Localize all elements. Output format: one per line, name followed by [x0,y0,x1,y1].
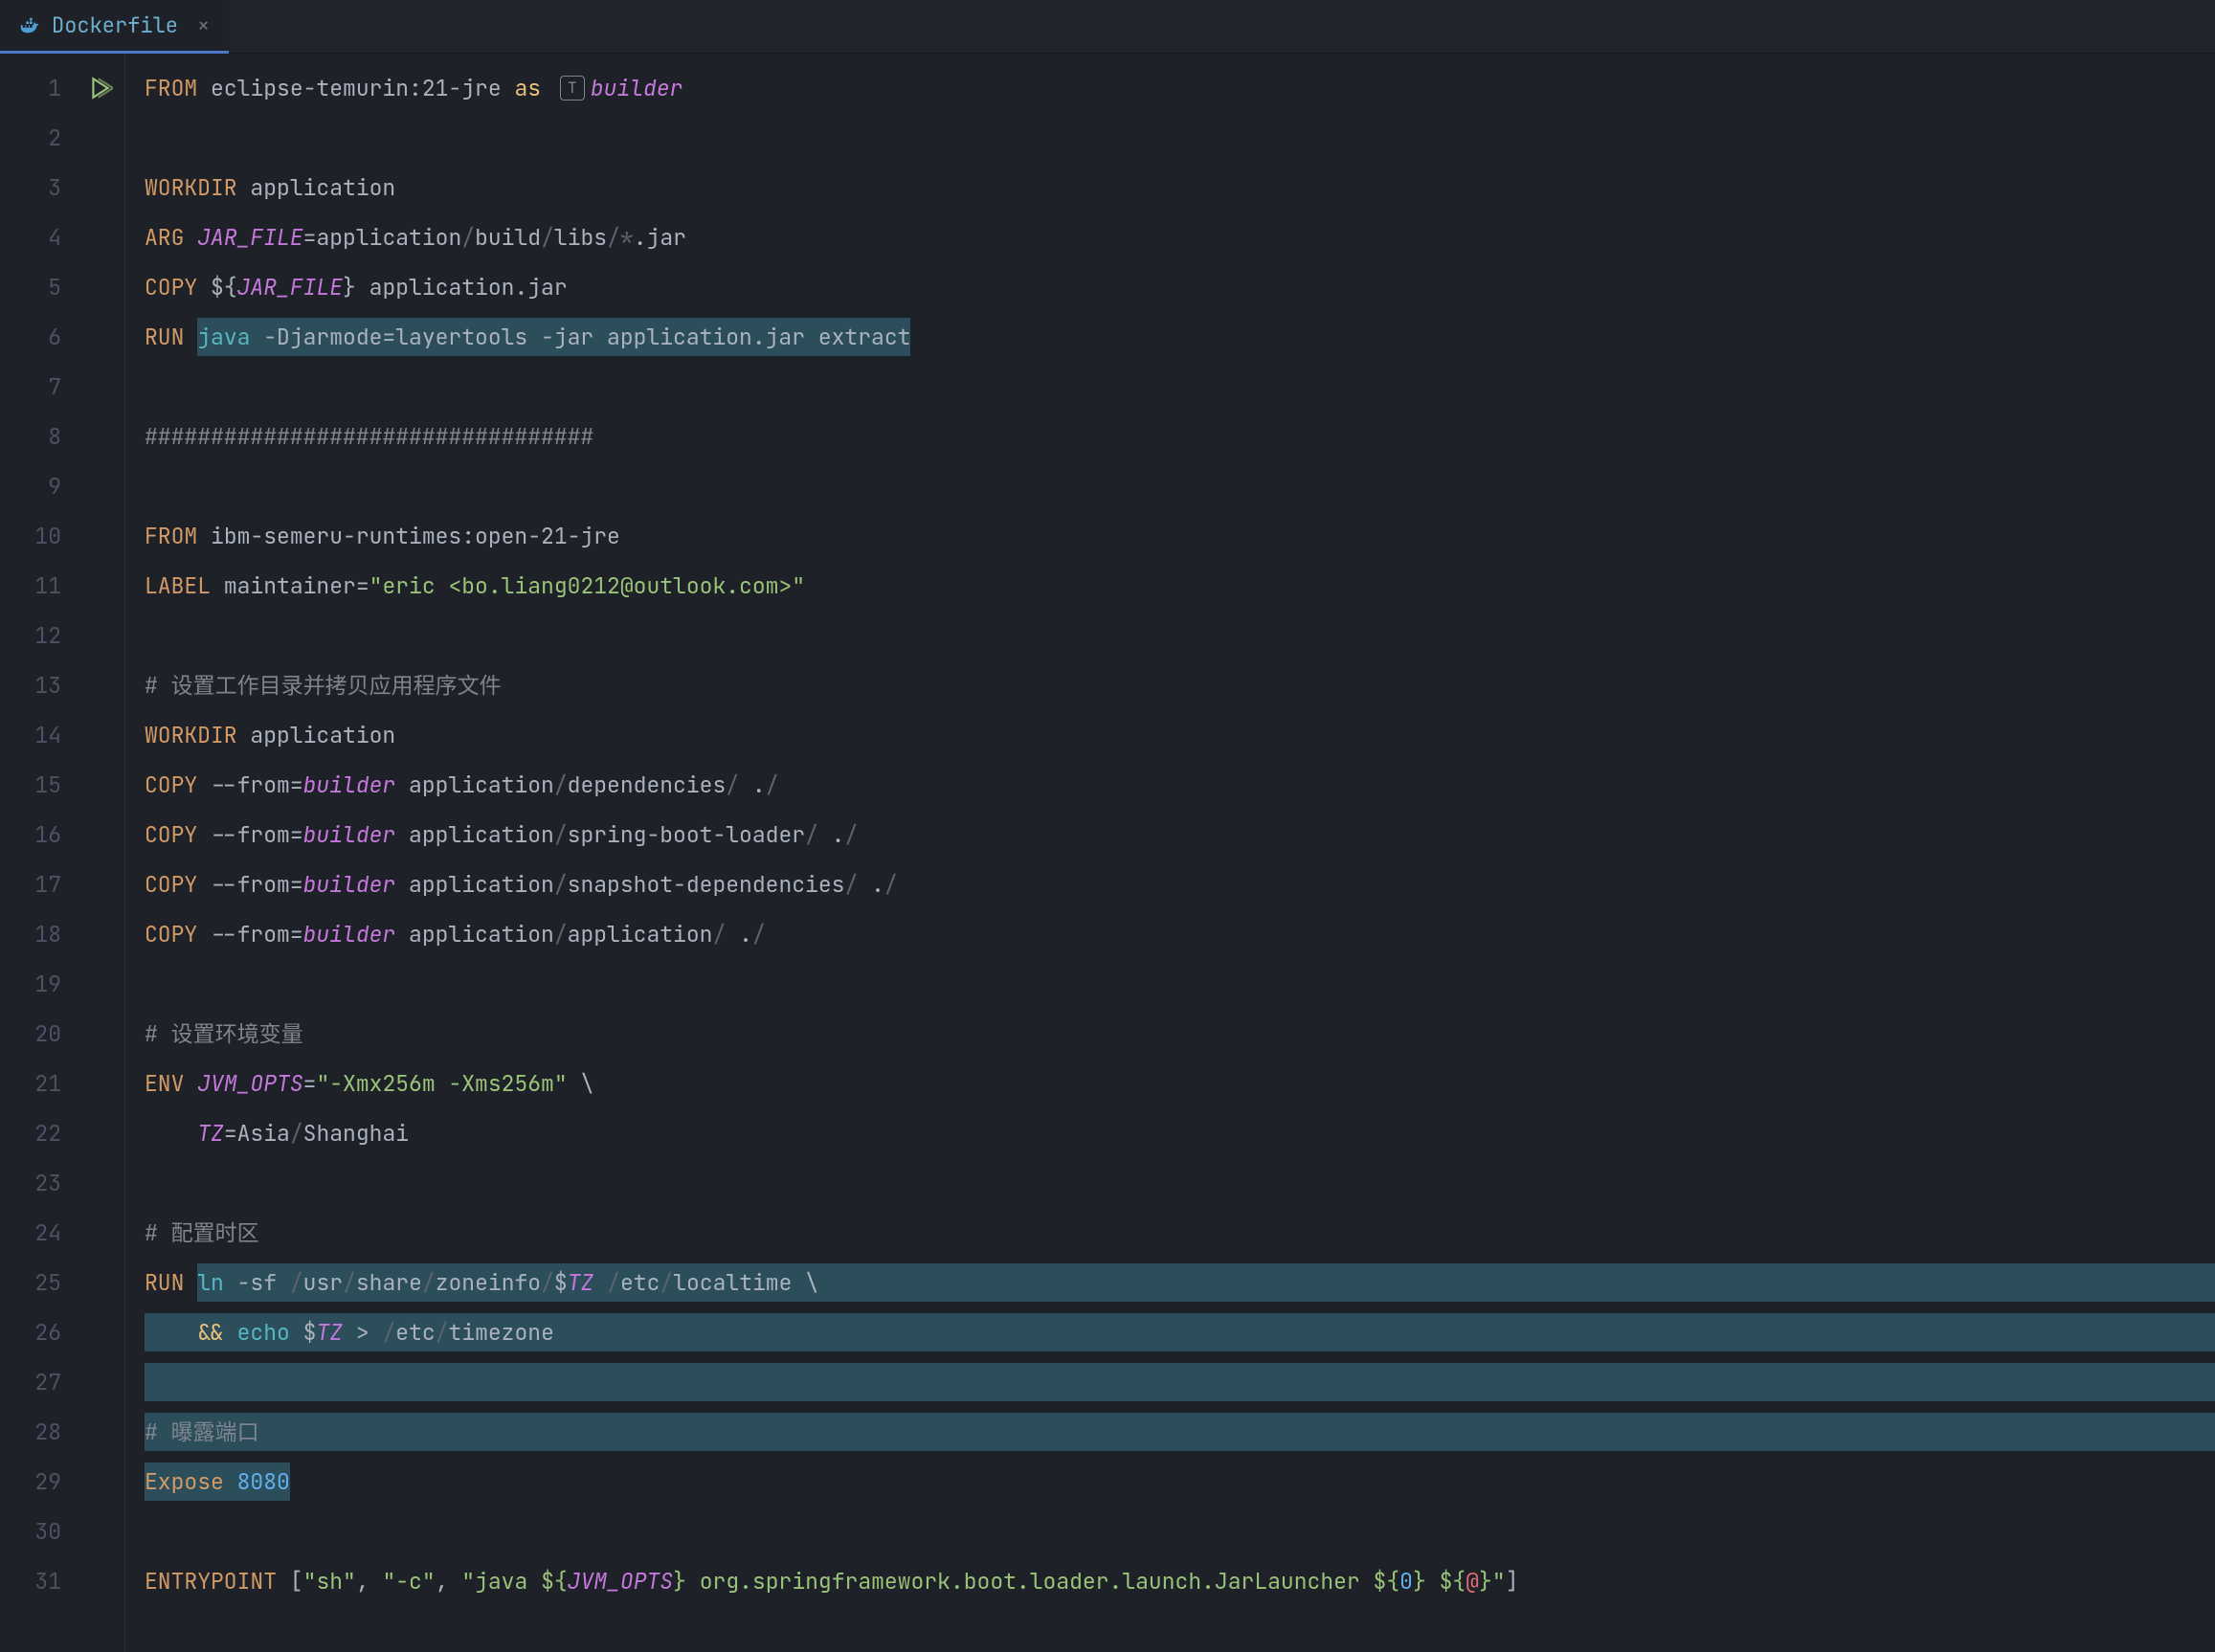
code-line-8: ################################## [145,412,2215,461]
line-number: 27 [0,1357,61,1407]
line-number: 20 [0,1009,61,1059]
code-line-24: # 配置时区 [145,1208,2215,1258]
docker-icon [19,15,40,36]
run-icon[interactable] [77,63,124,113]
line-number: 24 [0,1208,61,1258]
tab-bar: Dockerfile × [0,0,2215,54]
line-number: 26 [0,1307,61,1357]
code-line-29: Expose 8080 [145,1457,2215,1507]
line-number: 16 [0,810,61,859]
line-number: 31 [0,1556,61,1606]
line-number: 22 [0,1108,61,1158]
code-line-20: # 设置环境变量 [145,1009,2215,1059]
code-line-1: FROM eclipse-temurin:21-jre as Tbuilder [145,63,2215,113]
run-gutter [77,54,124,1652]
code-line-31: ENTRYPOINT ["sh", "-c", "java ${JVM_OPTS… [145,1556,2215,1606]
code-line-12 [145,611,2215,660]
code-line-28: # 曝露端口 [145,1407,2215,1457]
line-number: 11 [0,561,61,611]
line-number: 6 [0,312,61,362]
line-number: 5 [0,262,61,312]
line-number: 25 [0,1258,61,1307]
line-number: 12 [0,611,61,660]
line-number: 15 [0,760,61,810]
line-number: 4 [0,212,61,262]
line-number: 1 [0,63,61,113]
code-line-22: TZ=Asia/Shanghai [145,1108,2215,1158]
code-line-26: && echo $TZ > /etc/timezone [145,1307,2215,1357]
code-line-18: COPY --from=builder application/applicat… [145,909,2215,959]
code-line-4: ARG JAR_FILE=application/build/libs/*.ja… [145,212,2215,262]
line-number: 13 [0,660,61,710]
line-number: 17 [0,859,61,909]
line-number: 28 [0,1407,61,1457]
code-line-30 [145,1507,2215,1556]
code-line-10: FROM ibm-semeru-runtimes:open-21-jre [145,511,2215,561]
code-line-9 [145,461,2215,511]
code-area[interactable]: FROM eclipse-temurin:21-jre as Tbuilder … [124,54,2215,1652]
editor-body: 1 2 3 4 5 6 7 8 9 10 11 12 13 14 15 16 1… [0,54,2215,1652]
tab-dockerfile[interactable]: Dockerfile × [0,0,229,54]
line-number: 10 [0,511,61,561]
code-line-19 [145,959,2215,1009]
line-number: 23 [0,1158,61,1208]
code-line-6: RUN java -Djarmode=layertools -jar appli… [145,312,2215,362]
code-line-17: COPY --from=builder application/snapshot… [145,859,2215,909]
code-line-2 [145,113,2215,163]
line-number: 21 [0,1059,61,1108]
code-line-13: # 设置工作目录并拷贝应用程序文件 [145,660,2215,710]
line-number: 30 [0,1507,61,1556]
code-line-3: WORKDIR application [145,163,2215,212]
line-number: 7 [0,362,61,412]
line-number: 3 [0,163,61,212]
code-line-23 [145,1158,2215,1208]
code-line-16: COPY --from=builder application/spring-b… [145,810,2215,859]
code-line-14: WORKDIR application [145,710,2215,760]
param-icon: T [560,76,585,100]
line-number: 29 [0,1457,61,1507]
code-line-21: ENV JVM_OPTS="-Xmx256m -Xms256m" \ [145,1059,2215,1108]
line-number: 2 [0,113,61,163]
code-line-15: COPY --from=builder application/dependen… [145,760,2215,810]
code-line-11: LABEL maintainer="eric <bo.liang0212@out… [145,561,2215,611]
line-number-gutter: 1 2 3 4 5 6 7 8 9 10 11 12 13 14 15 16 1… [0,54,77,1652]
code-line-25: RUN ln -sf /usr/share/zoneinfo/$TZ /etc/… [145,1258,2215,1307]
line-number: 8 [0,412,61,461]
code-line-5: COPY ${JAR_FILE} application.jar [145,262,2215,312]
line-number: 14 [0,710,61,760]
line-number: 19 [0,959,61,1009]
editor-container: Dockerfile × 1 2 3 4 5 6 7 8 9 10 11 12 … [0,0,2215,1652]
tab-label: Dockerfile [52,9,178,42]
close-icon[interactable]: × [197,9,210,42]
line-number: 18 [0,909,61,959]
line-number: 9 [0,461,61,511]
code-line-7 [145,362,2215,412]
code-line-27 [145,1357,2215,1407]
